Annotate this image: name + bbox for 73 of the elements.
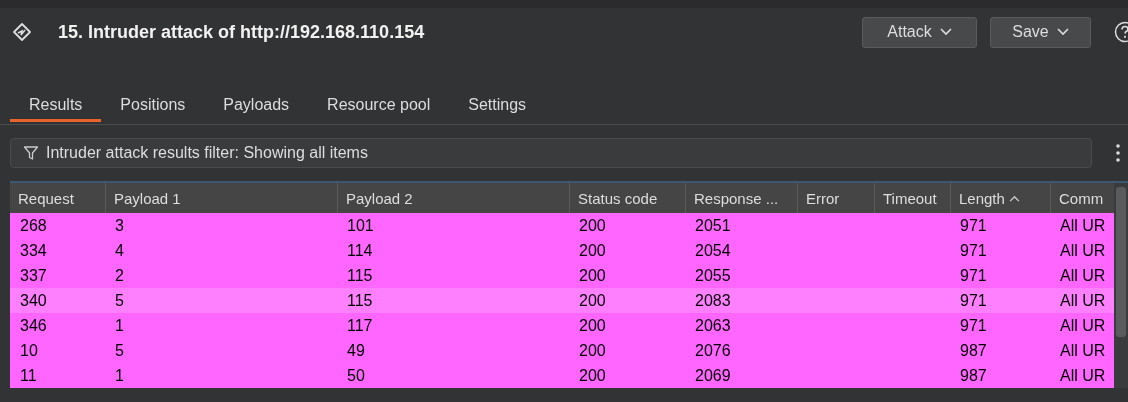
- chevron-down-icon: [1056, 28, 1069, 36]
- result-row[interactable]: 10 5 49 200 2076 987 All UR: [10, 338, 1114, 363]
- tab[interactable]: Settings: [449, 92, 546, 122]
- table-cell-text: 115: [346, 266, 374, 286]
- table-cell-text: 10: [19, 341, 39, 361]
- table-cell-text: 340: [19, 291, 48, 311]
- table-cell-text: 200: [578, 266, 607, 286]
- table-cell-text: 2063: [694, 316, 732, 336]
- table-cell-text: All UR: [1059, 316, 1107, 336]
- table-cell-text: 200: [578, 341, 607, 361]
- attack-title: 15. Intruder attack of http://192.168.110.154: [58, 21, 425, 43]
- table-cell-text: 3: [114, 216, 125, 236]
- vertical-scrollbar[interactable]: [1114, 183, 1128, 388]
- column-header[interactable]: Request: [10, 183, 105, 213]
- table-cell-text: 2054: [694, 241, 732, 261]
- table-cell-text: 2055: [694, 266, 732, 286]
- table-cell-text: 200: [578, 291, 607, 311]
- tab[interactable]: Results: [10, 92, 102, 122]
- table-cell-text: 200: [578, 316, 607, 336]
- table-cell-text: 101: [346, 216, 375, 236]
- table-cell-text: All UR: [1059, 366, 1107, 386]
- table-cell-text: 1: [114, 366, 125, 386]
- table-cell-text: 334: [19, 241, 48, 261]
- table-cell-text: 987: [959, 341, 988, 361]
- table-cell-text: 2051: [694, 216, 732, 236]
- table-cell-text: 971: [959, 291, 988, 311]
- table-cell-text: 268: [19, 216, 48, 236]
- table-cell-text: 2083: [694, 291, 732, 311]
- table-cell-text: 5: [114, 291, 125, 311]
- table-cell-text: All UR: [1059, 341, 1107, 361]
- table-cell-text: 200: [578, 241, 607, 261]
- table-cell-text: 115: [346, 291, 374, 311]
- table-cell-text: 1: [114, 316, 125, 336]
- result-row[interactable]: 11 1 50 200 2069 987 All UR: [10, 363, 1114, 388]
- table-cell-text: All UR: [1059, 216, 1107, 236]
- table-cell-text: 49: [346, 341, 366, 361]
- save-menu-button[interactable]: Save: [990, 16, 1091, 48]
- table-cell-text: All UR: [1059, 241, 1107, 261]
- tab[interactable]: Payloads: [204, 92, 309, 122]
- filter-text: Intruder attack results filter: Showing all items: [46, 144, 368, 162]
- table-cell-text: 2069: [694, 366, 732, 386]
- table-cell-text: 2076: [694, 341, 732, 361]
- table-cell-text: 117: [346, 316, 374, 336]
- result-row[interactable]: 268 3 101 200 2051 971 All UR: [10, 213, 1114, 238]
- results-filter-bar[interactable]: Intruder attack results filter: Showing all items: [10, 138, 1092, 168]
- table-cell-text: 987: [959, 366, 988, 386]
- table-cell-text: 50: [346, 366, 366, 386]
- chevron-down-icon: [939, 28, 952, 36]
- table-cell-text: 971: [959, 316, 988, 336]
- table-cell-text: 200: [578, 366, 607, 386]
- more-options-icon[interactable]: [1116, 144, 1120, 162]
- result-row[interactable]: 334 4 114 200 2054 971 All UR: [10, 238, 1114, 263]
- table-cell-text: All UR: [1059, 291, 1107, 311]
- target-icon: [12, 22, 32, 42]
- table-cell-text: 114: [346, 241, 374, 261]
- table-cell-text: All UR: [1059, 266, 1107, 286]
- table-cell-text: 971: [959, 266, 988, 286]
- tab[interactable]: Resource pool: [308, 92, 450, 122]
- table-cell-text: 337: [19, 266, 48, 286]
- table-cell-text: 346: [19, 316, 48, 336]
- table-cell-text: 11: [19, 366, 38, 386]
- result-row[interactable]: 340 5 115 200 2083 971 All UR: [10, 288, 1114, 313]
- filter-icon: [23, 145, 39, 161]
- result-row[interactable]: 346 1 117 200 2063 971 All UR: [10, 313, 1114, 338]
- table-cell-text: 971: [959, 241, 988, 261]
- tab[interactable]: Positions: [101, 92, 205, 122]
- attack-menu-button[interactable]: Attack: [862, 16, 977, 48]
- table-cell-text: 200: [578, 216, 607, 236]
- table-cell-text: 971: [959, 216, 988, 236]
- table-cell-text: 2: [114, 266, 125, 286]
- table-cell-text: 4: [114, 241, 125, 261]
- result-row[interactable]: 337 2 115 200 2055 971 All UR: [10, 263, 1114, 288]
- table-cell-text: 5: [114, 341, 125, 361]
